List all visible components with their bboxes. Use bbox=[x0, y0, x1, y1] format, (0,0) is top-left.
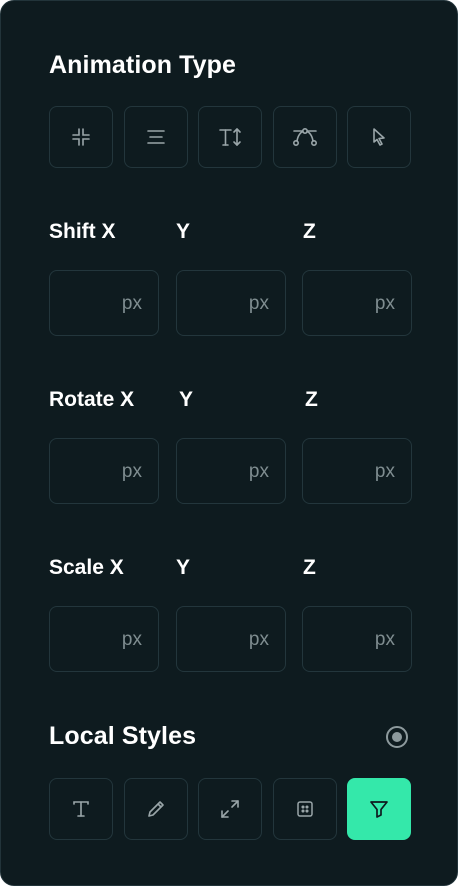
shift-x-field[interactable]: px bbox=[49, 270, 159, 336]
grid-dots-icon bbox=[295, 799, 315, 819]
scale-y-input[interactable] bbox=[185, 607, 240, 671]
pencil-icon bbox=[146, 799, 166, 819]
rotate-y-unit: px bbox=[248, 461, 269, 482]
shift-z-label: Z bbox=[303, 220, 316, 243]
grid-dots-button[interactable] bbox=[273, 778, 337, 840]
scale-y-unit: px bbox=[248, 629, 269, 650]
cursor-pointer-button[interactable] bbox=[347, 106, 411, 168]
scale-y-field[interactable]: px bbox=[176, 606, 286, 672]
rotate-z-label: Z bbox=[305, 388, 318, 411]
local-styles-toggle[interactable] bbox=[386, 726, 408, 748]
shift-x-unit: px bbox=[121, 293, 142, 314]
rotate-y-field[interactable]: px bbox=[176, 438, 286, 504]
shift-z-unit: px bbox=[374, 293, 395, 314]
shift-y-unit: px bbox=[248, 293, 269, 314]
shift-y-input[interactable] bbox=[185, 271, 240, 335]
text-icon bbox=[71, 799, 91, 819]
shrink-button[interactable] bbox=[49, 106, 113, 168]
text-height-icon bbox=[218, 126, 242, 148]
shift-y-field[interactable]: px bbox=[176, 270, 286, 336]
local-styles-title: Local Styles bbox=[49, 722, 197, 750]
scale-x-field[interactable]: px bbox=[49, 606, 159, 672]
animation-panel: Animation Type Shift X Y Z px px px Rota… bbox=[0, 0, 458, 886]
filter-icon bbox=[369, 799, 389, 819]
rotate-x-field[interactable]: px bbox=[49, 438, 159, 504]
scale-z-input[interactable] bbox=[311, 607, 366, 671]
bezier-curve-icon bbox=[292, 127, 318, 147]
shift-z-field[interactable]: px bbox=[302, 270, 412, 336]
shift-x-label: Shift X bbox=[49, 220, 116, 243]
scale-z-label: Z bbox=[303, 556, 316, 579]
text-height-button[interactable] bbox=[198, 106, 262, 168]
shift-y-label: Y bbox=[176, 220, 191, 243]
shift-z-input[interactable] bbox=[311, 271, 366, 335]
radio-dot-icon bbox=[392, 732, 402, 742]
cursor-pointer-icon bbox=[370, 127, 388, 147]
align-lines-icon bbox=[146, 127, 166, 147]
rotate-y-input[interactable] bbox=[185, 439, 240, 503]
filter-button[interactable] bbox=[347, 778, 411, 840]
animation-type-title: Animation Type bbox=[49, 51, 237, 79]
scale-y-label: Y bbox=[176, 556, 191, 579]
rotate-x-unit: px bbox=[121, 461, 142, 482]
text-style-button[interactable] bbox=[49, 778, 113, 840]
scale-z-field[interactable]: px bbox=[302, 606, 412, 672]
rotate-z-field[interactable]: px bbox=[302, 438, 412, 504]
shrink-icon bbox=[71, 127, 91, 147]
rotate-x-label: Rotate X bbox=[49, 388, 135, 411]
scale-x-label: Scale X bbox=[49, 556, 124, 579]
align-lines-button[interactable] bbox=[124, 106, 188, 168]
pencil-button[interactable] bbox=[124, 778, 188, 840]
bezier-curve-button[interactable] bbox=[273, 106, 337, 168]
scale-x-input[interactable] bbox=[58, 607, 113, 671]
rotate-x-input[interactable] bbox=[58, 439, 113, 503]
scale-x-unit: px bbox=[121, 629, 142, 650]
rotate-y-label: Y bbox=[179, 388, 194, 411]
expand-arrows-icon bbox=[220, 799, 240, 819]
rotate-z-unit: px bbox=[374, 461, 395, 482]
shift-x-input[interactable] bbox=[58, 271, 113, 335]
expand-button[interactable] bbox=[198, 778, 262, 840]
rotate-z-input[interactable] bbox=[311, 439, 366, 503]
scale-z-unit: px bbox=[374, 629, 395, 650]
